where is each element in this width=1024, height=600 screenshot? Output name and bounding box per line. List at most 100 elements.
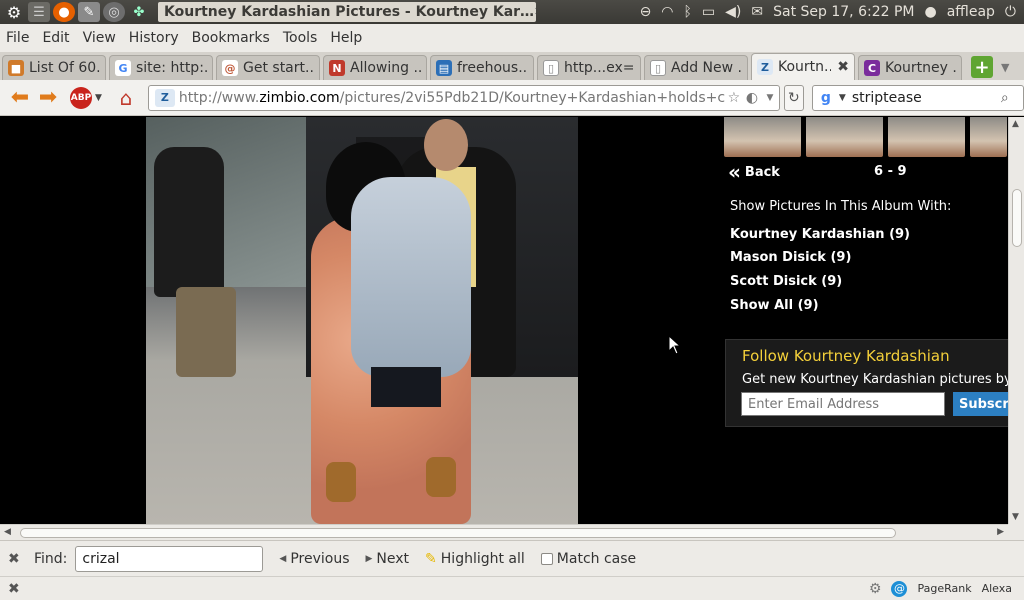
- adblock-dropdown-icon[interactable]: ▼: [95, 93, 102, 103]
- find-input[interactable]: [75, 545, 264, 572]
- filter-kourtney-kardashian[interactable]: Kourtney Kardashian (9): [730, 227, 910, 242]
- menu-history[interactable]: History: [129, 30, 179, 46]
- google-search-engine-icon[interactable]: g: [813, 90, 839, 106]
- horizontal-scrollbar[interactable]: ◀ ▶: [0, 524, 1008, 540]
- checkbox-icon[interactable]: [540, 552, 553, 565]
- menu-view[interactable]: View: [83, 30, 116, 46]
- window-close-icon[interactable]: ✖: [534, 2, 536, 22]
- thumbnail-strip: [724, 117, 1007, 157]
- at-sign-icon[interactable]: @: [891, 580, 908, 597]
- alexa-label[interactable]: Alexa: [982, 582, 1012, 595]
- url-bar[interactable]: Z http://www.zimbio.com/pictures/2vi55Pd…: [147, 84, 780, 111]
- adblock-icon[interactable]: ABP: [70, 86, 92, 109]
- thumbnail[interactable]: [724, 117, 801, 157]
- tab[interactable]: ▯ Add New ...: [644, 55, 748, 80]
- tab-list-icon[interactable]: ▼: [1001, 61, 1009, 74]
- back-link[interactable]: « Back: [728, 162, 780, 182]
- power-icon[interactable]: ⏻: [1005, 4, 1016, 20]
- menu-help[interactable]: Help: [330, 30, 362, 46]
- tab[interactable]: ▯ http...ex=3: [537, 55, 641, 80]
- tab[interactable]: ■ List Of 60...: [2, 55, 106, 80]
- google-icon: G: [115, 60, 131, 76]
- app-launcher-icon[interactable]: ☰: [28, 2, 50, 22]
- find-next-button[interactable]: ▶ Next: [366, 551, 410, 567]
- filter-show-all[interactable]: Show All (9): [730, 298, 819, 313]
- page-info-icon[interactable]: ◐: [743, 90, 761, 106]
- thumbnail-pager: « Back 6 - 9: [728, 161, 1008, 183]
- horizontal-scroll-thumb[interactable]: [20, 528, 896, 538]
- tab-strip: ■ List Of 60... G site: http:... @ Get s…: [0, 52, 1024, 80]
- mail-icon[interactable]: ✉: [751, 4, 763, 20]
- tab[interactable]: ▤ freehous...: [430, 55, 534, 80]
- site-identity-icon[interactable]: Z: [154, 88, 175, 107]
- tab[interactable]: C Kourtney ...: [858, 55, 962, 80]
- bookmark-star-icon[interactable]: ☆: [725, 90, 743, 106]
- forward-arrow-icon[interactable]: ➡: [34, 84, 62, 112]
- subscribe-button[interactable]: Subscri: [953, 392, 1008, 416]
- menu-edit[interactable]: Edit: [42, 30, 69, 46]
- triangle-right-icon: ▶: [365, 553, 373, 564]
- wifi-icon[interactable]: ◠: [661, 4, 673, 20]
- at-icon: @: [222, 60, 238, 76]
- puzzle-icon[interactable]: ✤: [128, 2, 150, 22]
- search-input[interactable]: striptease: [852, 90, 1001, 106]
- filter-scott-disick[interactable]: Scott Disick (9): [730, 274, 842, 289]
- main-photo[interactable]: [146, 117, 578, 524]
- firefox-icon[interactable]: ●: [53, 2, 75, 22]
- follow-title: Follow Kourtney Kardashian: [742, 347, 950, 365]
- vertical-scroll-thumb[interactable]: [1012, 189, 1022, 247]
- vertical-scrollbar[interactable]: ▲ ▼: [1008, 117, 1024, 524]
- back-label: Back: [744, 164, 780, 180]
- scroll-right-icon[interactable]: ▶: [997, 527, 1004, 537]
- bluetooth-icon[interactable]: ᛒ: [684, 4, 692, 20]
- tab[interactable]: N Allowing ...: [323, 55, 427, 80]
- chat-status-icon[interactable]: ⊖: [640, 4, 652, 20]
- text-editor-icon[interactable]: ✎: [78, 2, 100, 22]
- tab-active[interactable]: Z Kourtn... ✖: [751, 53, 855, 80]
- volume-icon[interactable]: ◀): [725, 4, 741, 20]
- settings-icon[interactable]: ◎: [103, 2, 125, 22]
- email-field[interactable]: [741, 392, 945, 416]
- status-close-icon[interactable]: ✖: [8, 581, 20, 597]
- thumbnail[interactable]: [888, 117, 965, 157]
- page-range: 6 - 9: [874, 164, 907, 179]
- match-case-label: Match case: [556, 550, 637, 567]
- back-arrow-icon[interactable]: ⬅: [6, 84, 34, 112]
- url-text[interactable]: http://www.zimbio.com/pictures/2vi55Pdb2…: [179, 90, 725, 106]
- tab[interactable]: G site: http:...: [109, 55, 213, 80]
- search-engine-dropdown-icon[interactable]: ▼: [839, 93, 846, 103]
- match-case-checkbox[interactable]: Match case: [540, 550, 637, 567]
- reload-icon[interactable]: ↻: [783, 84, 804, 111]
- filter-mason-disick[interactable]: Mason Disick (9): [730, 250, 851, 265]
- tab[interactable]: @ Get start...: [216, 55, 320, 80]
- gear-icon[interactable]: ⚙: [869, 581, 882, 597]
- page-icon: ■: [8, 60, 24, 76]
- scroll-left-icon[interactable]: ◀: [4, 527, 11, 537]
- user-name[interactable]: affleap: [947, 4, 995, 20]
- menu-tools[interactable]: Tools: [283, 30, 318, 46]
- menu-file[interactable]: File: [6, 30, 29, 46]
- tab-close-icon[interactable]: ✖: [837, 59, 849, 75]
- new-tab-button[interactable]: +: [971, 56, 993, 78]
- home-icon[interactable]: ⌂: [112, 84, 140, 112]
- menu-bookmarks[interactable]: Bookmarks: [192, 30, 270, 46]
- thumbnail[interactable]: [970, 117, 1007, 157]
- menu-bar: File Edit View History Bookmarks Tools H…: [0, 24, 1024, 52]
- window-title-text: Kourtney Kardashian Pictures - Kourtney …: [164, 4, 535, 20]
- search-icon[interactable]: ⌕: [1001, 90, 1023, 106]
- clock[interactable]: Sat Sep 17, 6:22 PM: [773, 4, 914, 20]
- scroll-down-icon[interactable]: ▼: [1012, 512, 1019, 522]
- tab-title: Allowing ...: [350, 60, 421, 76]
- pagerank-label[interactable]: PageRank: [917, 582, 971, 595]
- ubuntu-menu-icon[interactable]: ⚙: [3, 2, 25, 22]
- find-close-icon[interactable]: ✖: [8, 551, 22, 567]
- url-history-dropdown-icon[interactable]: ▼: [761, 93, 779, 103]
- search-bar[interactable]: g ▼ striptease ⌕: [811, 84, 1024, 111]
- tab-title: Kourtney ...: [885, 60, 956, 76]
- scroll-up-icon[interactable]: ▲: [1012, 119, 1019, 129]
- find-next-label: Next: [376, 550, 410, 567]
- battery-icon[interactable]: ▭: [702, 4, 715, 20]
- thumbnail[interactable]: [806, 117, 883, 157]
- find-previous-button[interactable]: ◀ Previous: [279, 551, 349, 567]
- highlight-all-button[interactable]: ✎ Highlight all: [425, 551, 525, 567]
